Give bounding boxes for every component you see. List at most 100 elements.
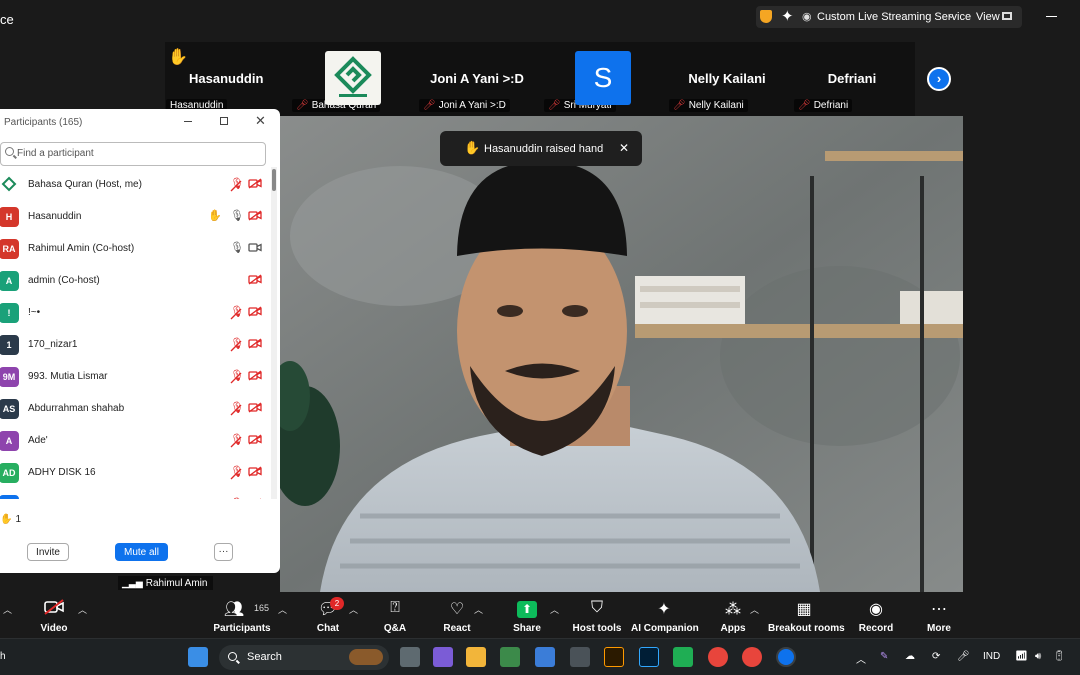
mic-icon[interactable]: 🎙︎ (230, 242, 244, 255)
video-off-icon[interactable] (248, 274, 262, 289)
network-app-icon[interactable] (570, 647, 590, 667)
react-button[interactable]: ♡ React (437, 592, 477, 638)
chevron-up-icon[interactable]: ︿ (856, 651, 866, 666)
mic-muted-icon: 🎤︎ (798, 100, 811, 111)
video-off-icon[interactable] (248, 338, 262, 353)
file-explorer-icon[interactable] (466, 647, 486, 667)
chevron-up-icon[interactable]: ︿ (474, 603, 483, 616)
video-off-icon[interactable] (248, 402, 262, 417)
notepad-icon[interactable] (535, 647, 555, 667)
grid-view-icon[interactable] (1002, 12, 1012, 20)
panel-close-icon[interactable]: ✕ (255, 113, 266, 129)
participant-row[interactable]: RA Rahimul Amin (Co-host) 🎙︎ (0, 233, 270, 265)
record-button[interactable]: ◉ Record (856, 592, 896, 638)
participant-row[interactable]: Bahasa Quran (Host, me) 🎙︎ (0, 169, 270, 201)
next-page-arrow-icon[interactable]: › (927, 67, 951, 91)
taskbar-left-text: h (0, 651, 6, 662)
mic-icon[interactable]: 🎙︎ (230, 210, 244, 223)
participant-row[interactable]: Aadmin (Co-host) (0, 265, 270, 297)
participant-row[interactable]: AS Abdurrahman shahab 🎙︎ (0, 393, 270, 425)
scrollbar-thumb[interactable] (272, 169, 276, 191)
video-off-icon[interactable] (248, 370, 262, 385)
qa-button[interactable]: ⍰ Q&A (375, 592, 415, 638)
panel-maximize-button[interactable] (220, 117, 228, 125)
video-icon[interactable] (248, 242, 262, 257)
close-icon[interactable]: ✕ (619, 141, 629, 155)
cloud-icon[interactable]: ☁ (905, 651, 915, 662)
more-options-button[interactable]: ··· (214, 543, 233, 561)
participant-row[interactable]: AD ADHY DISK 16 🎙︎ (0, 457, 270, 489)
taskbar-search[interactable]: Search (219, 645, 389, 670)
invite-button[interactable]: Invite (27, 543, 69, 561)
app-icon-green[interactable] (673, 647, 693, 667)
mute-slash-icon (230, 307, 242, 320)
video-off-icon[interactable] (248, 434, 262, 449)
thumbnail-defriani[interactable]: Defriani 🎤︎ Defriani (790, 42, 914, 116)
search-icon (228, 652, 237, 661)
security-shield-icon[interactable] (760, 10, 772, 23)
illustrator-icon[interactable] (604, 647, 624, 667)
tile-display-name: Nelly Kailani (688, 71, 766, 86)
chevron-up-icon[interactable]: ︿ (78, 603, 87, 616)
zoom-app-icon[interactable] (776, 647, 796, 667)
participant-row[interactable]: A Ade' 🎙︎ (0, 425, 270, 457)
chevron-up-icon[interactable]: ︿ (550, 603, 559, 616)
top-bar: ce ✦ ◉ Custom Live Streaming Service ⌄ V… (0, 0, 1080, 36)
video-button[interactable]: Video (34, 592, 74, 638)
participant-list-scrollbar[interactable] (271, 167, 277, 499)
share-arrow-icon: ⬆ (517, 601, 537, 618)
pen-icon[interactable]: ✎ (880, 651, 888, 662)
thumbnail-nelly[interactable]: Nelly Kailani 🎤︎ Nelly Kailani (665, 42, 789, 116)
search-input[interactable] (17, 148, 257, 159)
language-indicator[interactable]: IND (983, 651, 1000, 662)
video-off-icon[interactable] (248, 210, 262, 225)
chevron-up-icon[interactable]: ︿ (750, 603, 759, 616)
minimize-button[interactable] (1046, 16, 1057, 17)
participant-row[interactable]: 9M 993. Mutia Lismar 🎙︎ (0, 361, 270, 393)
panel-title: Participants (165) (4, 117, 83, 128)
photoshop-icon[interactable] (639, 647, 659, 667)
ai-sparkle-icon[interactable]: ✦ (781, 7, 794, 25)
chrome-profile-icon[interactable] (742, 647, 762, 667)
copilot-icon[interactable] (433, 647, 453, 667)
more-button[interactable]: ⋯ More (919, 592, 959, 638)
apps-button[interactable]: ⁂ Apps (713, 592, 753, 638)
breakout-grid-icon: ▦ (796, 601, 812, 618)
video-off-icon[interactable] (248, 498, 262, 499)
chevron-up-icon[interactable]: ︿ (349, 603, 358, 616)
participant-row[interactable]: H Hasanuddin ✋ 🎙︎ (0, 201, 270, 233)
participant-list: Bahasa Quran (Host, me) 🎙︎ H Hasanuddin ✋ 🎙︎ R… (0, 169, 272, 499)
breakout-rooms-button[interactable]: ▦ Breakout rooms (768, 592, 845, 638)
chevron-up-icon[interactable]: ︿ (3, 603, 12, 616)
video-off-icon[interactable] (248, 466, 262, 481)
chevron-up-icon[interactable]: ︿ (278, 603, 287, 616)
sync-icon[interactable]: ⟳ (932, 651, 940, 662)
volume-icon[interactable]: 🔊︎ (1035, 651, 1041, 662)
video-off-icon[interactable] (248, 306, 262, 321)
participant-search[interactable] (0, 142, 266, 166)
participants-button[interactable]: 👥︎ Participants (210, 592, 274, 638)
raised-hand-icon: ✋ (0, 514, 13, 525)
view-button[interactable]: View (976, 11, 1000, 23)
windows-start-icon[interactable] (188, 647, 208, 667)
battery-icon[interactable]: 🔋︎ (1053, 651, 1066, 662)
participant-name: Bahasa Quran (Host, me) (28, 179, 142, 190)
ai-companion-button[interactable]: ✦ AI Companion (631, 592, 699, 638)
wifi-icon[interactable]: 📶︎ (1015, 651, 1028, 662)
participant-row[interactable]: ! !~• 🎙︎ (0, 297, 270, 329)
share-button[interactable]: ⬆ Share (501, 592, 553, 638)
thumbnail-joni[interactable]: Joni A Yani >:D 🎤︎ Joni A Yani >:D (415, 42, 539, 116)
chrome-icon[interactable] (708, 647, 728, 667)
microphone-icon[interactable]: 🎤︎ (957, 651, 970, 662)
app-icon[interactable] (500, 647, 520, 667)
mute-all-button[interactable]: Mute all (115, 543, 168, 561)
host-tools-button[interactable]: ⛉ Host tools (572, 592, 622, 638)
speaker-name-label: ▁▃▅ Rahimul Amin (118, 576, 214, 590)
chevron-down-icon[interactable]: ⌄ (947, 10, 955, 21)
task-view-icon[interactable] (400, 647, 420, 667)
panel-minimize-button[interactable] (184, 121, 192, 122)
video-off-icon[interactable] (248, 178, 262, 193)
participant-row[interactable]: 🎙︎ (0, 489, 270, 499)
participant-row[interactable]: 1 170_nizar1 🎙︎ (0, 329, 270, 361)
search-icon (5, 147, 14, 156)
